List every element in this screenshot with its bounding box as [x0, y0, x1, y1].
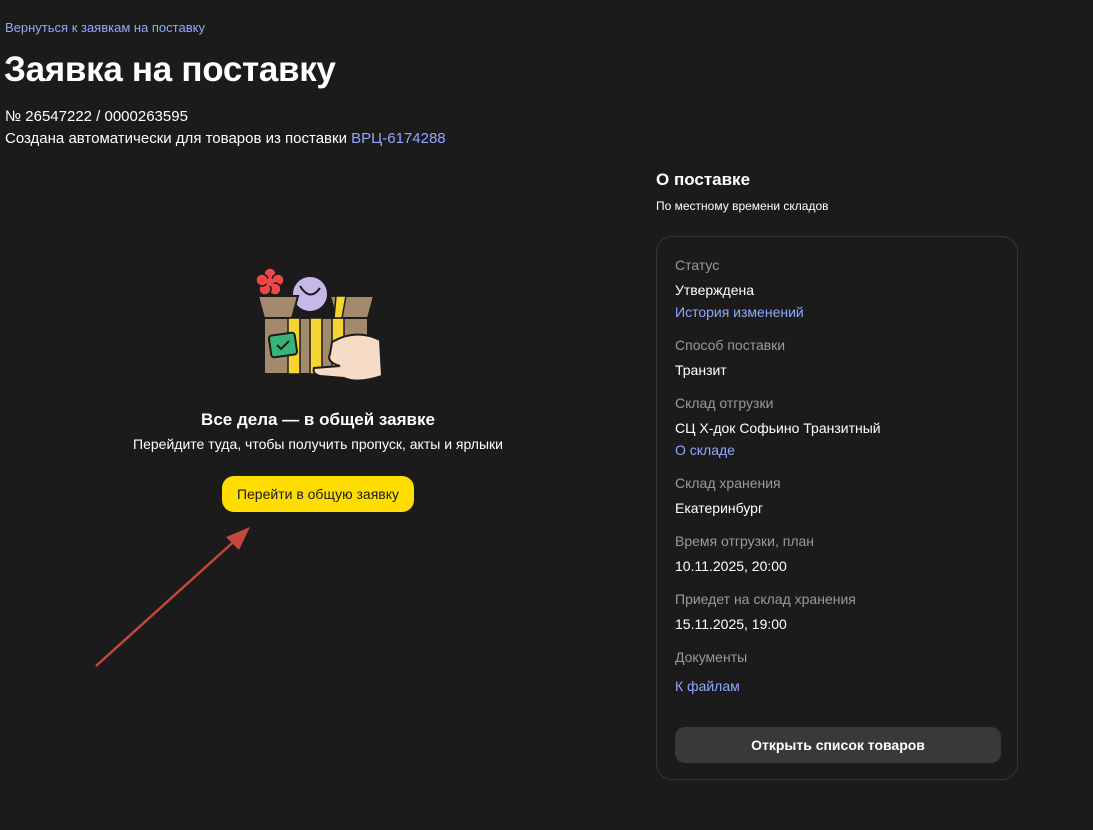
field-label: Склад хранения	[675, 475, 781, 491]
field-shipping-time: Время отгрузки, план 10.11.2025, 20:00	[675, 531, 999, 577]
field-value: Утверждена	[675, 282, 754, 298]
field-label: Приедет на склад хранения	[675, 591, 856, 607]
promo-title: Все дела — в общей заявке	[201, 410, 435, 429]
field-status: Статус Утверждена История изменений	[675, 255, 999, 323]
supply-link[interactable]: ВРЦ-6174288	[351, 130, 446, 147]
field-label: Склад отгрузки	[675, 395, 774, 411]
field-label: Время отгрузки, план	[675, 533, 815, 549]
go-to-general-request-button[interactable]: Перейти в общую заявку	[221, 476, 415, 512]
field-delivery-method: Способ поставки Транзит	[675, 335, 999, 381]
about-warehouse-link[interactable]: О складе	[675, 439, 999, 461]
about-supply-title: О поставке	[656, 170, 751, 189]
request-number: № 26547222 / 0000263595	[5, 108, 188, 125]
field-value: Транзит	[675, 362, 727, 378]
field-label: Способ поставки	[675, 337, 786, 353]
files-link[interactable]: К файлам	[675, 675, 999, 697]
field-documents: Документы К файлам	[675, 647, 999, 697]
promo-subtitle: Перейдите туда, чтобы получить пропуск, …	[133, 436, 503, 452]
back-to-requests-link[interactable]: Вернуться к заявкам на поставку	[5, 20, 205, 35]
created-text: Создана автоматически для товаров из пос…	[5, 130, 347, 147]
general-request-promo: Все дела — в общей заявке Перейдите туда…	[118, 264, 518, 512]
supply-request-page: Вернуться к заявкам на поставку Заявка н…	[0, 0, 1093, 830]
open-products-list-button[interactable]: Открыть список товаров	[675, 727, 1001, 763]
field-value: СЦ Х-док Софьино Транзитный	[675, 420, 881, 436]
field-arrival-time: Приедет на склад хранения 15.11.2025, 19…	[675, 589, 999, 635]
change-history-link[interactable]: История изменений	[675, 301, 999, 323]
box-delivery-illustration-icon	[255, 267, 384, 382]
field-label: Статус	[675, 257, 720, 273]
field-shipping-warehouse: Склад отгрузки СЦ Х-док Софьино Транзитн…	[675, 393, 999, 461]
field-value: 10.11.2025, 20:00	[675, 558, 787, 574]
field-value: Екатеринбург	[675, 500, 764, 516]
field-storage-warehouse: Склад хранения Екатеринбург	[675, 473, 999, 519]
page-title: Заявка на поставку	[4, 50, 336, 89]
field-value: 15.11.2025, 19:00	[675, 616, 787, 632]
red-arrow-annotation-icon	[95, 527, 250, 667]
about-supply-subtitle: По местному времени складов	[656, 199, 829, 213]
supply-info-card: Статус Утверждена История изменений Спос…	[656, 236, 1018, 780]
field-label: Документы	[675, 649, 748, 665]
created-info: Создана автоматически для товаров из пос…	[5, 130, 446, 147]
